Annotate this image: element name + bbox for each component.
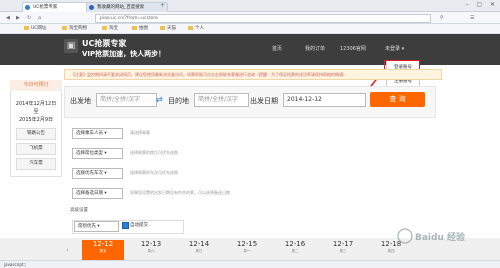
notice-banner: 【注意】监控期间请不要关闭网页，建议您使用最新浏览器访问，如需帮助可点击右侧联系… — [64, 69, 442, 80]
from-station-input[interactable]: 简拼/全拼/汉字 — [96, 93, 157, 107]
train-icon: ▣ — [64, 39, 78, 53]
folder-icon — [62, 25, 67, 30]
tab-label: 我收藏的网站_百度搜索 — [97, 5, 145, 10]
home-icon[interactable]: ⌂ — [38, 15, 41, 21]
tab-label: UC抢票专家 — [33, 5, 58, 10]
site-slogan: VIP抢票加速，快人两步！ — [82, 50, 166, 58]
forward-icon[interactable]: ▶ — [16, 15, 20, 21]
date-input[interactable]: 2014-12-12 — [283, 93, 366, 107]
bookmark-item[interactable]: 拍图 — [132, 25, 148, 32]
seat-type-select[interactable]: 选择席位类型 ▾ — [72, 148, 123, 159]
bookmark-item[interactable]: 天猫 — [160, 25, 176, 32]
date-to: 2015年2月9日 — [18, 117, 54, 123]
address-bar: ◀ ▶ ↻ ⌂ piao.uc.cn/?from=ucstore ⚲ ☰ — [0, 12, 500, 24]
bus-ticket-button[interactable]: 汽车票 — [16, 158, 56, 170]
option-desc: 选择刷票的车次可优先选购 — [130, 170, 178, 175]
bookmark-item[interactable]: UC网址 — [24, 25, 46, 32]
date-from: 2014年12月12日 — [15, 101, 57, 107]
baidu-watermark: Baidu 经验 — [395, 222, 485, 250]
browser-titlebar: UC抢票专家 我收藏的网站_百度搜索 + – ▢ ✕ — [0, 0, 500, 12]
option-desc: 选择刷票的席位可优先选购 — [130, 150, 178, 155]
passenger-select[interactable]: 选择乘车人员 ▾ — [72, 128, 123, 139]
query-button[interactable]: 查 询 — [370, 92, 425, 107]
tab-uc-piao[interactable]: UC抢票专家 — [22, 2, 94, 12]
auto-submit-checkbox[interactable] — [122, 222, 129, 229]
railway-notice-button[interactable]: 铁路公告 — [16, 128, 56, 140]
folder-icon — [102, 25, 107, 30]
from-label: 出发地 — [70, 97, 91, 105]
option-desc: 请选择乘客 — [130, 130, 150, 135]
bookmark-icon — [24, 25, 29, 30]
date-tab[interactable]: 12-15 周一 — [226, 240, 268, 260]
prev-dates-icon[interactable]: ‹ — [66, 246, 69, 254]
bookmarks-bar: UC网址 淘宝购物 淘宝 拍图 天猫 个人 — [0, 24, 500, 34]
refresh-icon[interactable]: ↻ — [27, 15, 31, 21]
backup-date-select[interactable]: 选择备选日期 ▾ — [72, 188, 123, 199]
date-tab[interactable]: 12-16 周二 — [274, 240, 316, 260]
date-tab[interactable]: 12-14 周日 — [178, 240, 220, 260]
date-tab[interactable]: 12-17 周三 — [322, 240, 364, 260]
nav-login-status[interactable]: 未登录 ▾ — [385, 45, 404, 52]
date-tab[interactable]: 12-12 周五 — [82, 240, 124, 260]
url-input[interactable]: piao.uc.cn/?from=ucstore — [95, 14, 431, 23]
window-controls[interactable]: – ▢ ✕ — [465, 1, 498, 8]
date-to-label: 至 — [33, 109, 39, 115]
swap-icon[interactable]: ⇄ — [156, 95, 163, 104]
date-label: 出发日期 — [250, 97, 278, 105]
flight-ticket-button[interactable]: 飞机票 — [16, 143, 56, 155]
train-select[interactable]: 选择优先车次 ▾ — [72, 168, 123, 179]
new-tab-button[interactable]: + — [160, 2, 165, 9]
folder-icon — [160, 25, 165, 30]
uc-tab-icon — [25, 5, 30, 10]
menu-icon[interactable]: ☰ — [470, 15, 474, 21]
tab-baidu-search[interactable]: 我收藏的网站_百度搜索 — [86, 2, 168, 12]
option-desc: 如果您设置的出发日期没有符合的票，可以选择备选日期 — [130, 190, 230, 195]
date-tab[interactable]: 12-13 周六 — [130, 240, 172, 260]
back-icon[interactable]: ◀ — [6, 15, 10, 21]
bookmark-item[interactable]: 个人 — [188, 25, 204, 32]
folder-icon — [188, 25, 193, 30]
nav-12306[interactable]: 12306官网 — [340, 45, 366, 52]
nav-home[interactable]: 首页 — [272, 45, 282, 52]
nav-my-orders[interactable]: 我的订单 — [305, 45, 325, 52]
bookmark-item[interactable]: 淘宝 — [102, 25, 118, 32]
status-text: javascript:; — [4, 262, 27, 267]
site-title: UC抢票专家 — [82, 39, 127, 48]
baidu-tab-icon — [89, 5, 94, 10]
advanced-settings-label: 高级设置 — [70, 208, 88, 213]
to-station-input[interactable]: 简拼/全拼/汉字 — [194, 93, 249, 107]
auto-submit-label: 自动提交 — [130, 223, 148, 228]
to-label: 目的地 — [168, 97, 189, 105]
priority-select[interactable]: 席别优先 ▾ — [74, 221, 119, 232]
left-panel-head: 今日可预订 — [10, 80, 62, 91]
bookmark-item[interactable]: 淘宝购物 — [62, 25, 87, 32]
search-icon[interactable]: ⚲ — [440, 15, 444, 21]
folder-icon — [132, 25, 137, 30]
